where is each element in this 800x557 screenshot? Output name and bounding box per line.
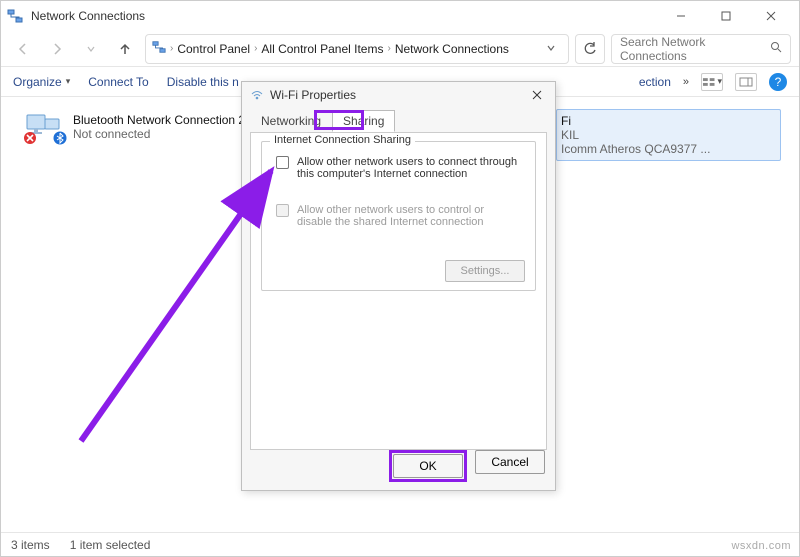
titlebar: Network Connections [1,1,799,31]
settings-button: Settings... [445,260,525,282]
checkbox-label: Allow other network users to control or … [297,204,521,228]
up-button[interactable] [111,35,139,63]
tab-panel: Internet Connection Sharing Allow other … [250,132,547,450]
window-title: Network Connections [31,9,145,23]
cancel-button[interactable]: Cancel [475,450,545,474]
ok-button[interactable]: OK [393,454,463,478]
disable-device-button[interactable]: Disable this n [167,75,239,89]
wifi-properties-dialog: Wi-Fi Properties Networking Sharing Inte… [241,81,556,491]
chevron-right-icon: › [387,43,390,54]
preview-pane-button[interactable] [735,73,757,91]
group-legend: Internet Connection Sharing [270,134,415,146]
dialog-close-button[interactable] [527,85,547,105]
tab-sharing[interactable]: Sharing [332,110,395,132]
chevron-right-icon: › [254,43,257,54]
help-button[interactable]: ? [769,73,787,91]
maximize-button[interactable] [703,1,748,31]
organize-menu[interactable]: Organize▾ [13,75,70,89]
wifi-icon [250,88,264,102]
error-x-icon [23,131,37,145]
annotation-highlight: OK [389,450,467,482]
breadcrumb-item[interactable]: Network Connections [395,42,509,56]
group-internet-connection-sharing: Internet Connection Sharing Allow other … [261,141,536,291]
forward-button[interactable] [43,35,71,63]
watermark: wsxdn.com [731,540,791,552]
checkbox-icon [276,156,289,169]
item-count: 3 items [11,538,50,552]
connection-status: KIL [561,128,710,142]
view-mode-button[interactable]: ▾ [701,73,723,91]
breadcrumb-dropdown[interactable] [540,42,562,56]
connection-detail: Icomm Atheros QCA9377 ... [561,142,710,156]
adapter-icon [25,113,65,143]
dialog-button-row: OK Cancel [389,450,545,482]
breadcrumb-item[interactable]: Control Panel [177,42,250,56]
search-placeholder: Search Network Connections [620,35,764,63]
checkbox-allow-connect[interactable]: Allow other network users to connect thr… [276,156,521,180]
selection-count: 1 item selected [70,538,151,552]
status-bar: 3 items 1 item selected [1,532,799,556]
recent-dropdown[interactable] [77,35,105,63]
connect-to-button[interactable]: Connect To [88,75,149,89]
breadcrumb-item[interactable]: All Control Panel Items [261,42,383,56]
breadcrumb-root-icon [152,40,166,57]
close-button[interactable] [748,1,793,31]
connection-item-bluetooth[interactable]: Bluetooth Network Connection 2 Not conne… [21,109,271,147]
overflow-chevron-icon[interactable]: » [683,76,689,88]
checkbox-icon [276,204,289,217]
checkbox-label: Allow other network users to connect thr… [297,156,521,180]
connection-name: Fi [561,114,710,128]
truncated-toolbar-text: ection [639,75,671,89]
search-input[interactable]: Search Network Connections [611,34,791,64]
search-icon [770,41,782,56]
connection-status: Not connected [73,127,245,141]
tab-networking[interactable]: Networking [250,110,332,132]
network-icon [7,8,23,24]
bluetooth-icon [53,131,67,145]
connection-item-wifi[interactable]: Fi KIL Icomm Atheros QCA9377 ... [556,109,781,161]
explorer-window: Network Connections › Control Panel › Al… [0,0,800,557]
checkbox-allow-control: Allow other network users to control or … [276,204,521,228]
minimize-button[interactable] [658,1,703,31]
dialog-title: Wi-Fi Properties [270,88,356,102]
nav-row: › Control Panel › All Control Panel Item… [1,31,799,67]
chevron-right-icon: › [170,43,173,54]
breadcrumb[interactable]: › Control Panel › All Control Panel Item… [145,34,569,64]
back-button[interactable] [9,35,37,63]
dialog-titlebar: Wi-Fi Properties [242,82,555,108]
connection-name: Bluetooth Network Connection 2 [73,113,245,127]
tab-row: Networking Sharing [242,108,555,132]
refresh-button[interactable] [575,34,605,64]
